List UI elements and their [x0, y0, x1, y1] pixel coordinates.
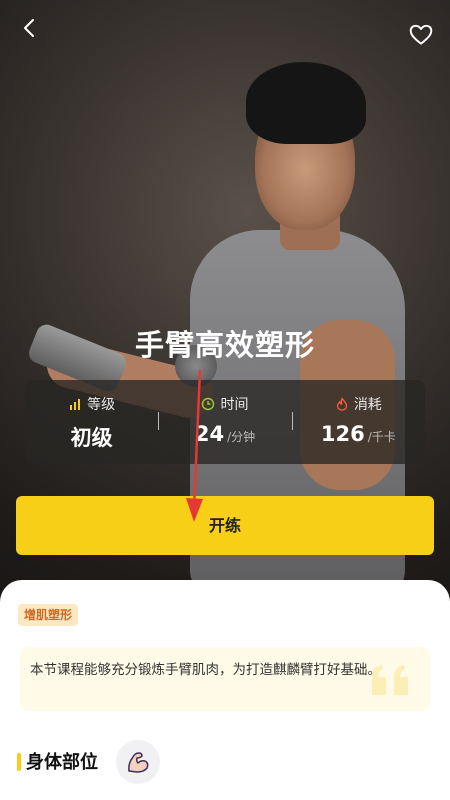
- stat-time-unit: /分钟: [227, 430, 256, 444]
- stat-calories: 消耗 126/千卡: [291, 380, 425, 464]
- section-title: 身体部位: [26, 752, 98, 773]
- category-tag: 增肌塑形: [18, 604, 79, 626]
- stat-level-label: 等级: [87, 397, 116, 413]
- favorite-button[interactable]: [408, 22, 434, 48]
- stat-time-value: 24: [194, 422, 225, 446]
- body-part-button[interactable]: [116, 740, 160, 784]
- flame-icon: [336, 397, 347, 411]
- signal-bars-icon: [70, 399, 81, 410]
- heart-outline-icon: [409, 24, 433, 45]
- flexed-arm-icon: [128, 752, 149, 773]
- stat-calories-unit: /千卡: [367, 430, 396, 444]
- start-button[interactable]: 开练: [16, 496, 434, 555]
- clock-icon: [202, 397, 215, 411]
- course-title: 手臂高效塑形: [134, 328, 315, 362]
- stat-time-label: 时间: [220, 397, 249, 413]
- description-text: 本节课程能够充分锻炼手臂肌肉，为打造麒麟臂打好基础。: [30, 662, 381, 678]
- back-button[interactable]: [16, 14, 44, 42]
- stats-panel: 等级 初级 时间 24/分钟 消耗 126/千卡: [25, 380, 425, 464]
- stat-level: 等级 初级: [25, 380, 158, 464]
- quote-icon: [372, 665, 408, 695]
- stat-calories-label: 消耗: [353, 397, 382, 413]
- stat-calories-value: 126: [320, 422, 365, 446]
- stat-time: 时间 24/分钟: [158, 380, 291, 464]
- section-accent-bar: [17, 753, 21, 771]
- stat-level-value: 初级: [70, 426, 113, 450]
- chevron-left-icon: [24, 19, 34, 37]
- description-box: 本节课程能够充分锻炼手臂肌肉，为打造麒麟臂打好基础。: [20, 647, 430, 711]
- figure-hair: [246, 62, 366, 144]
- detail-sheet: 增肌塑形 本节课程能够充分锻炼手臂肌肉，为打造麒麟臂打好基础。 身体部位: [0, 580, 450, 800]
